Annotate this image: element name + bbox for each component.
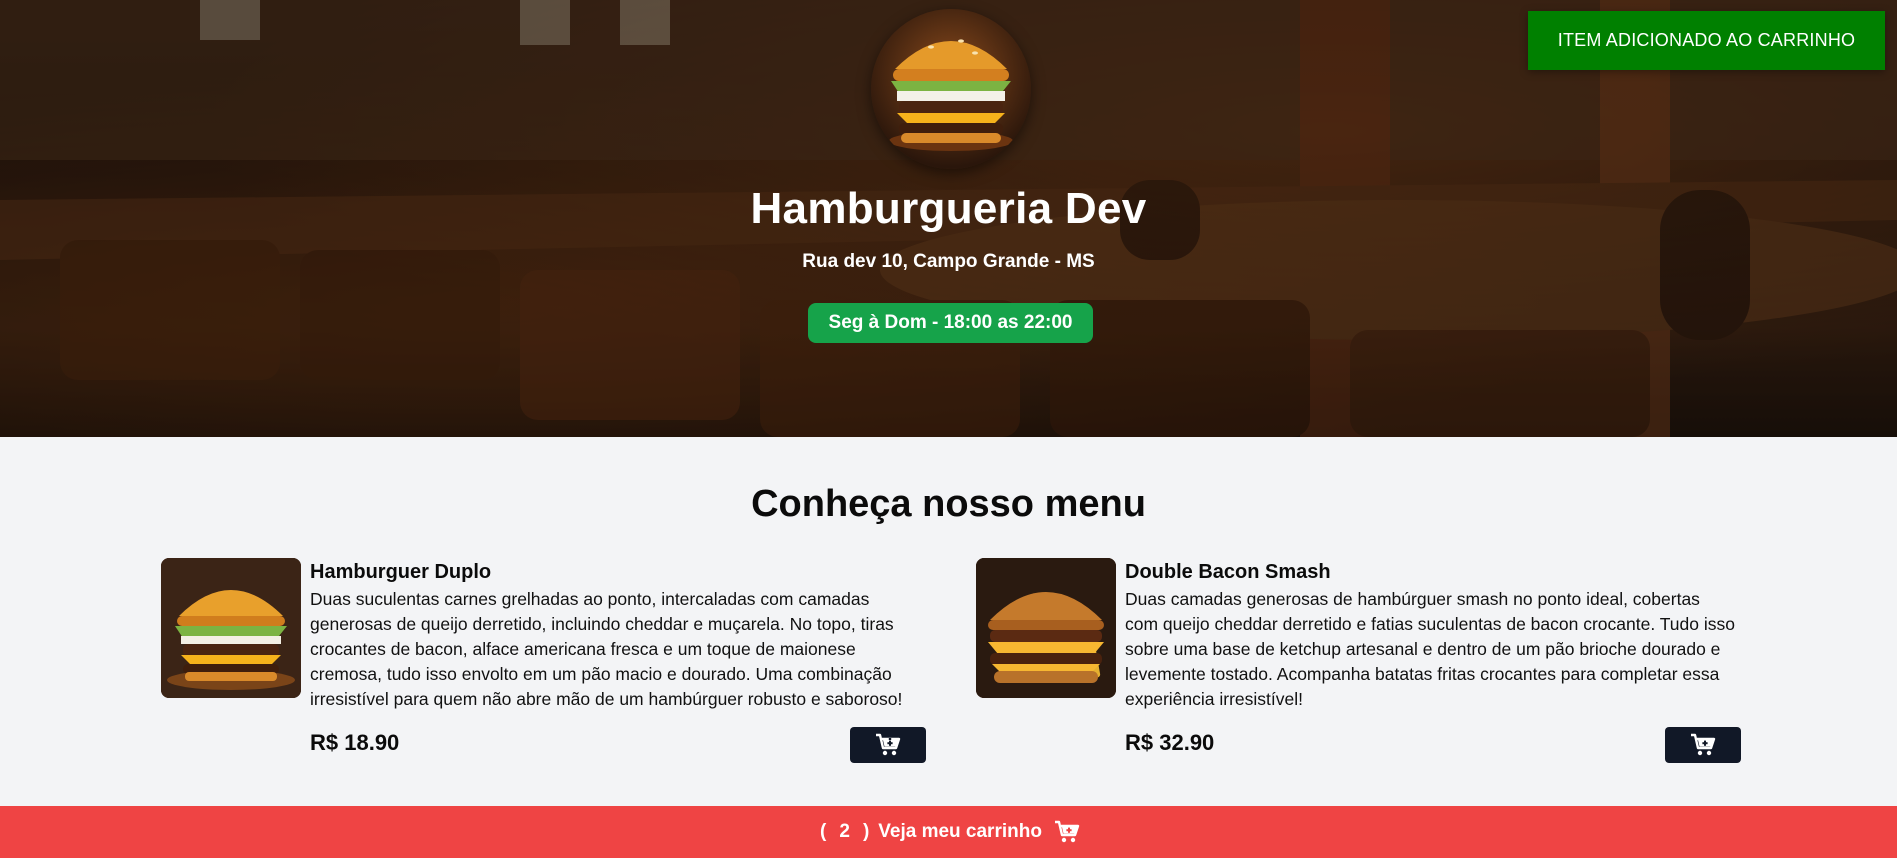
cart-plus-icon [1691,733,1716,756]
restaurant-address: Rua dev 10, Campo Grande - MS [802,251,1095,272]
cart-count-close-paren: ) [862,821,870,842]
toast-notification: ITEM ADICIONADO AO CARRINHO [1528,11,1885,70]
menu-item-price: R$ 32.90 [1125,730,1215,755]
burger-icon [889,39,1013,151]
burger-photo [161,558,301,698]
cart-plus-icon [876,733,901,756]
menu-heading: Conheça nosso menu [751,483,1146,525]
menu-item-description: Duas camadas generosas de hambúrguer sma… [1125,589,1735,709]
menu-item-name: Double Bacon Smash [1125,561,1331,583]
menu-item-description: Duas suculentas carnes grelhadas ao pont… [310,589,903,709]
opening-hours-badge: Seg à Dom - 18:00 as 22:00 [808,303,1093,343]
burger-icon [976,558,1116,698]
logo-burger-image [871,9,1031,169]
burger-photo [976,558,1116,698]
view-cart-label: Veja meu carrinho [878,821,1042,842]
cart-count-open-paren: ( [820,821,827,842]
burger-icon [161,558,301,698]
cart-plus-icon [1054,820,1080,844]
menu-item: Hamburguer Duplo Duas suculentas carnes … [161,557,929,763]
menu-item: Double Bacon Smash Duas camadas generosa… [976,557,1744,763]
menu-item-price: R$ 18.90 [310,730,400,755]
view-cart-button[interactable]: ( 2 ) Veja meu carrinho [0,806,1897,858]
menu-item-name: Hamburguer Duplo [310,561,492,583]
restaurant-title: Hamburgueria Dev [750,184,1147,233]
add-to-cart-button[interactable] [1665,727,1741,763]
add-to-cart-button[interactable] [850,727,926,763]
cart-count: 2 [839,821,850,842]
